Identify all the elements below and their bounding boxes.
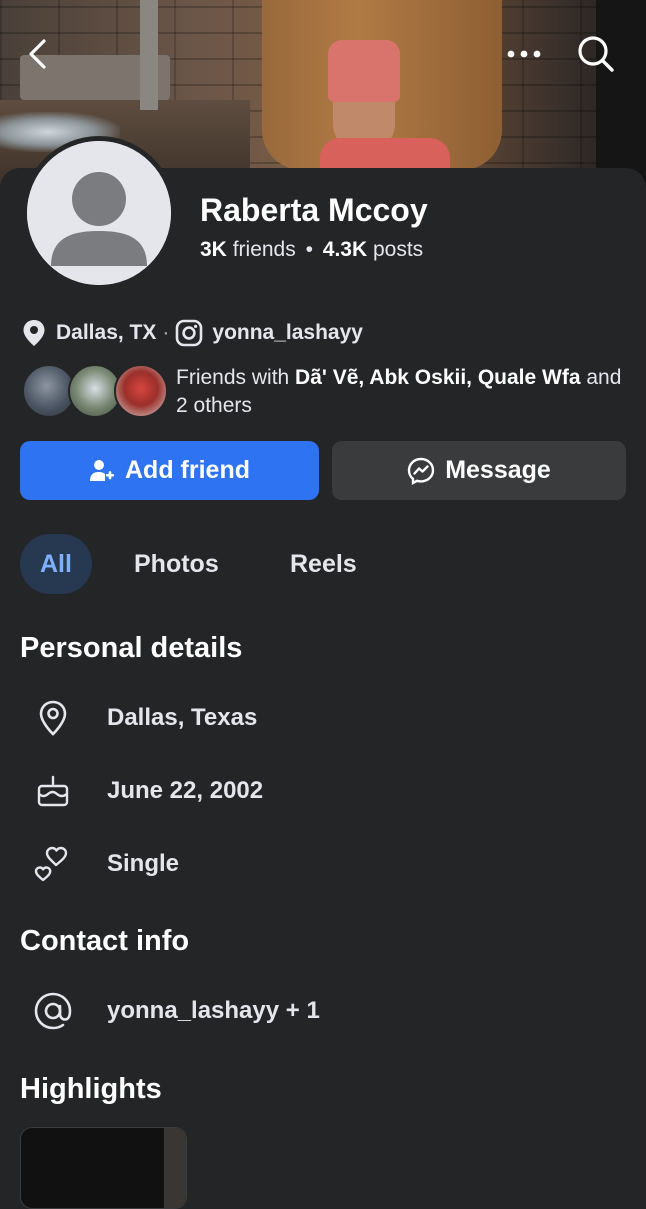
message-button[interactable]: Message	[332, 441, 626, 500]
instagram-icon	[176, 319, 203, 347]
friends-label: friends	[232, 238, 296, 261]
detail-birthday-text: June 22, 2002	[107, 777, 264, 804]
highlight-thumbnail-edge	[164, 1128, 186, 1208]
posts-label: posts	[372, 238, 424, 261]
detail-instagram-contact-text: yonna_lashayy + 1	[107, 997, 320, 1024]
detail-instagram-contact[interactable]: yonna_lashayy + 1	[30, 989, 320, 1033]
at-sign-icon	[34, 992, 72, 1030]
profile-stats: 3K friends • 4.3K posts	[200, 238, 423, 262]
chevron-left-icon	[29, 39, 46, 69]
hearts-icon	[34, 846, 68, 882]
more-options-button[interactable]	[500, 30, 548, 78]
mutual-friends-text[interactable]: Friends with Dã' Vẽ, Abk Oskii, Quale Wf…	[176, 364, 626, 420]
intro-dot: ·	[162, 321, 170, 344]
mutual-avatar	[114, 364, 168, 418]
detail-relationship-text: Single	[107, 850, 180, 877]
tab-all[interactable]: All	[20, 534, 92, 594]
ellipsis-icon	[507, 50, 541, 58]
message-label: Message	[445, 456, 551, 484]
tab-photos[interactable]: Photos	[114, 534, 239, 594]
map-pin-icon	[39, 700, 67, 736]
friends-count: 3K	[200, 238, 227, 261]
highlight-thumbnail[interactable]	[20, 1127, 187, 1209]
detail-birthday[interactable]: June 22, 2002	[30, 769, 263, 813]
personal-details-title: Personal details	[20, 632, 243, 664]
intro-location: Dallas, TX	[56, 321, 157, 344]
posts-count: 4.3K	[322, 238, 368, 261]
stats-separator: •	[305, 238, 313, 261]
cover-fence-post	[140, 0, 158, 110]
contact-info-title: Contact info	[20, 925, 190, 957]
back-button[interactable]	[14, 30, 62, 78]
profile-name: Raberta Mccoy	[200, 192, 428, 228]
detail-current-city-text: Dallas, Texas	[107, 704, 258, 731]
profile-intro-row: Dallas, TX · yonna_lashayy	[22, 318, 363, 348]
map-pin-filled-icon	[23, 320, 45, 346]
messenger-icon	[407, 457, 435, 485]
add-person-icon	[90, 459, 114, 481]
highlights-title: Highlights	[20, 1073, 162, 1105]
search-icon	[578, 36, 614, 72]
default-avatar-icon	[27, 141, 171, 285]
friends-link[interactable]: 3K friends	[200, 238, 296, 261]
mutual-friends-avatars[interactable]	[22, 364, 168, 418]
mutual-names: Dã' Vẽ, Abk Oskii, Quale Wfa	[295, 366, 581, 389]
detail-relationship[interactable]: Single	[30, 842, 179, 886]
intro-instagram-link[interactable]: yonna_lashayy	[212, 321, 363, 345]
add-friend-label: Add friend	[125, 456, 250, 484]
profile-avatar[interactable]	[22, 136, 176, 290]
mutual-prefix: Friends with	[176, 366, 296, 389]
add-friend-button[interactable]: Add friend	[20, 441, 319, 500]
tab-reels[interactable]: Reels	[270, 534, 377, 594]
search-button[interactable]	[572, 30, 620, 78]
birthday-cake-icon	[37, 775, 69, 807]
cover-door	[596, 0, 646, 190]
detail-current-city[interactable]: Dallas, Texas	[30, 696, 257, 740]
cover-child-hat	[328, 40, 400, 102]
posts-link[interactable]: 4.3K posts	[323, 238, 423, 261]
